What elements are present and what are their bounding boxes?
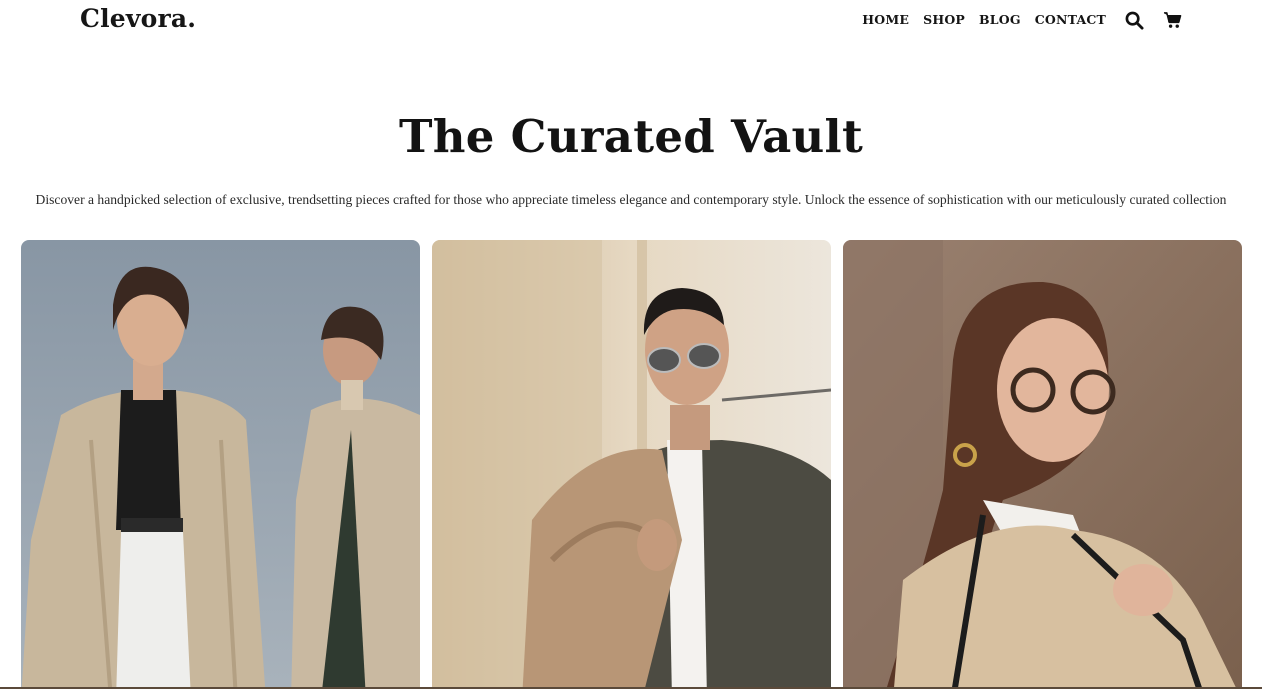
cart-icon[interactable] [1162, 10, 1182, 30]
main-nav: HOME SHOP BLOG CONTACT [862, 12, 1106, 27]
nav-blog[interactable]: BLOG [979, 12, 1021, 27]
nav-contact[interactable]: CONTACT [1035, 12, 1106, 27]
product-image-1 [21, 240, 420, 689]
product-card-1[interactable] [21, 240, 420, 689]
product-image-2 [432, 240, 831, 689]
product-image-3 [843, 240, 1242, 689]
product-card-2[interactable] [432, 240, 831, 689]
product-card-3[interactable] [843, 240, 1242, 689]
page: Clevora. HOME SHOP BLOG CONTACT The Cura… [0, 0, 1262, 689]
page-description: Discover a handpicked selection of exclu… [35, 192, 1227, 207]
page-title: The Curated Vault [398, 110, 864, 163]
site-header: Clevora. HOME SHOP BLOG CONTACT [0, 0, 1262, 42]
search-icon[interactable] [1124, 10, 1144, 30]
nav-home[interactable]: HOME [862, 12, 909, 27]
header-icons [1124, 10, 1182, 30]
nav-shop[interactable]: SHOP [923, 12, 965, 27]
logo[interactable]: Clevora. [80, 4, 196, 33]
